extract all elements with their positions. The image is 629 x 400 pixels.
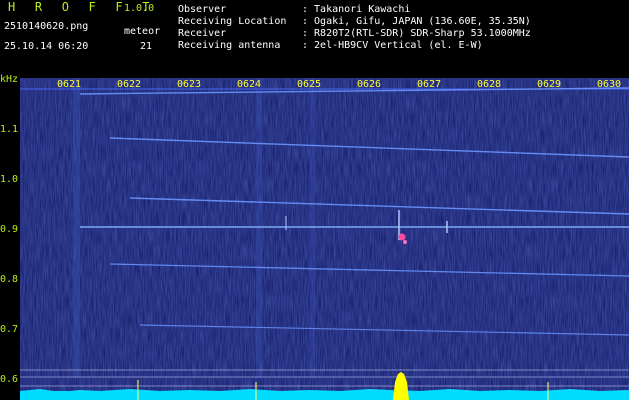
version-label: 1.0.0 xyxy=(124,3,155,14)
time-tick-label: 0622 xyxy=(117,79,142,90)
receiver-value: : R820T2(RTL-SDR) SDR-Sharp 53.1000MHz xyxy=(302,28,531,39)
noise-texture xyxy=(20,78,629,400)
observer-label: Observer xyxy=(178,4,227,15)
interference-band xyxy=(310,78,315,378)
header-panel: H R O F F T 1.0.0 2510140620.png meteor … xyxy=(0,0,629,72)
time-tick-label: 0628 xyxy=(477,79,502,90)
observer-value: : Takanori Kawachi xyxy=(302,4,411,15)
y-tick-label: 0.6 xyxy=(0,374,19,385)
y-tick-label: 1.1 xyxy=(0,124,19,135)
time-tick-label: 0629 xyxy=(537,79,562,90)
meteor-count: 21 xyxy=(140,41,153,52)
location-value: : Ogaki, Gifu, JAPAN (136.60E, 35.35N) xyxy=(302,16,531,27)
file-name: 2510140620.png xyxy=(4,21,89,32)
time-tick-label: 0624 xyxy=(237,79,262,90)
y-tick-label: 1.0 xyxy=(0,174,19,185)
y-tick-label: 0.9 xyxy=(0,224,19,235)
time-tick-label: 0626 xyxy=(357,79,382,90)
location-label: Receiving Location xyxy=(178,16,287,27)
meteor-echo-head xyxy=(398,233,406,241)
datetime: 25.10.14 06:20 xyxy=(4,41,89,52)
interference-band xyxy=(73,78,80,378)
interference-band xyxy=(256,78,262,378)
time-tick-label: 0623 xyxy=(177,79,202,90)
time-tick-label: 0627 xyxy=(417,79,442,90)
hrofft-window: H R O F F T 1.0.0 2510140620.png meteor … xyxy=(0,0,629,400)
time-tick-label: 0621 xyxy=(57,79,82,90)
antenna-value: : 2el-HB9CV Vertical (el. E-W) xyxy=(302,40,483,51)
antenna-label: Receiving antenna xyxy=(178,40,281,51)
y-tick-label: 0.7 xyxy=(0,324,19,335)
spectrogram-plot xyxy=(20,78,629,400)
time-tick-label: 0625 xyxy=(297,79,322,90)
meteor-echo-tail xyxy=(403,240,407,244)
meteor-label: meteor xyxy=(124,26,161,37)
receiver-label: Receiver xyxy=(178,28,227,39)
y-unit-label: kHz xyxy=(0,74,19,85)
time-tick-label: 0630 xyxy=(597,79,622,90)
y-tick-label: 0.8 xyxy=(0,274,19,285)
